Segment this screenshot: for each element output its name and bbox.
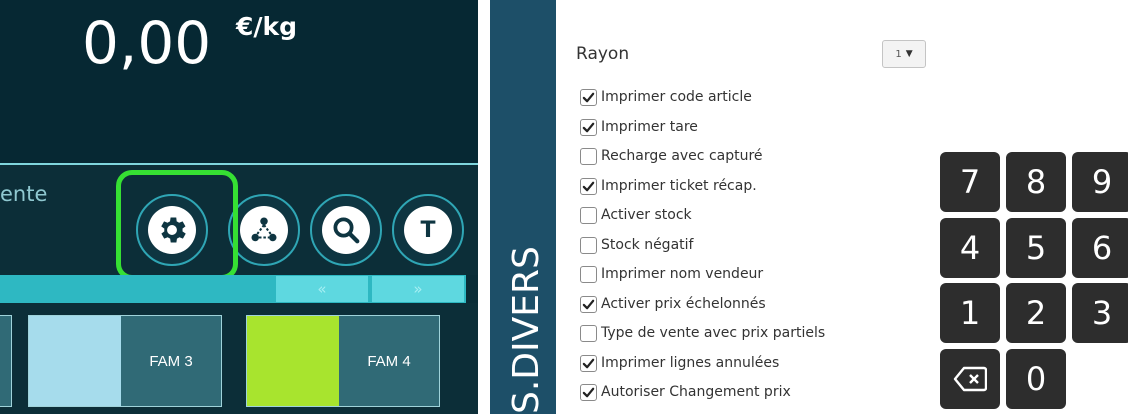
key-7[interactable]: 7	[940, 152, 1000, 212]
option-checkbox[interactable]	[580, 236, 597, 254]
option-checkbox[interactable]	[580, 118, 597, 136]
option-label: Imprimer nom vendeur	[601, 266, 764, 282]
key-0[interactable]: 0	[1006, 349, 1066, 409]
option-label: Activer stock	[601, 207, 692, 223]
option-row[interactable]: Activer prix échelonnés	[580, 293, 766, 315]
backspace-icon	[953, 366, 987, 392]
option-checkbox[interactable]	[580, 177, 597, 195]
option-row[interactable]: Activer stock	[580, 204, 692, 226]
option-label: Activer prix échelonnés	[601, 296, 766, 312]
key-1[interactable]: 1	[940, 283, 1000, 343]
option-row[interactable]: Type de vente avec prix partiels	[580, 322, 825, 344]
section-title: S.DIVERS	[506, 246, 547, 414]
option-row[interactable]: Imprimer lignes annulées	[580, 352, 779, 374]
tare-button[interactable]: T	[392, 194, 464, 266]
price-display: 0,00 €/kg	[0, 0, 478, 163]
key-6[interactable]: 6	[1072, 218, 1128, 278]
option-row[interactable]: Autoriser Changement prix	[580, 381, 791, 403]
option-row[interactable]: Imprimer nom vendeur	[580, 263, 763, 285]
option-label: Imprimer code article	[601, 89, 752, 105]
option-row[interactable]: Imprimer tare	[580, 116, 698, 138]
option-checkbox[interactable]	[580, 383, 597, 401]
check-icon	[582, 299, 595, 309]
key-3[interactable]: 3	[1072, 283, 1128, 343]
option-label: Recharge avec capturé	[601, 148, 763, 164]
option-label: Type de vente avec prix partiels	[601, 325, 826, 341]
option-label: Autoriser Changement prix	[601, 384, 791, 400]
section-sidebar: S.DIVERS	[490, 0, 556, 414]
option-checkbox[interactable]	[580, 295, 597, 313]
option-label: Imprimer lignes annulées	[601, 355, 780, 371]
tare-icon: T	[404, 206, 452, 254]
network-button[interactable]	[228, 194, 300, 266]
family-tile[interactable]: FAM 3	[28, 315, 222, 407]
price-unit: €/kg	[236, 12, 298, 41]
search-icon	[322, 206, 370, 254]
option-checkbox[interactable]	[580, 88, 597, 106]
option-label: Imprimer ticket récap.	[601, 178, 757, 194]
option-row[interactable]: Imprimer ticket récap.	[580, 175, 757, 197]
family-color-swatch	[247, 316, 339, 406]
backspace-button[interactable]	[940, 349, 1000, 409]
check-icon	[582, 387, 595, 397]
family-tile[interactable]: FAM 4	[246, 315, 440, 407]
option-label: Imprimer tare	[601, 119, 698, 135]
option-checkbox[interactable]	[580, 206, 597, 224]
search-button[interactable]	[310, 194, 382, 266]
key-9[interactable]: 9	[1072, 152, 1128, 212]
price-value: 0,00	[82, 9, 212, 77]
check-icon	[582, 122, 595, 132]
option-checkbox[interactable]	[580, 354, 597, 372]
check-icon	[582, 358, 595, 368]
option-label: Stock négatif	[601, 237, 694, 253]
family-label: FAM 4	[339, 316, 439, 406]
option-checkbox[interactable]	[580, 265, 597, 283]
caret-down-icon: ▼	[905, 49, 913, 59]
key-2[interactable]: 2	[1006, 283, 1066, 343]
option-checkbox[interactable]	[580, 324, 597, 342]
rayon-label: Rayon	[576, 44, 630, 64]
prev-page-button[interactable]: «	[276, 276, 368, 302]
option-row[interactable]: Recharge avec capturé	[580, 145, 763, 167]
family-tile-partial[interactable]	[0, 315, 12, 407]
option-row[interactable]: Imprimer code article	[580, 86, 752, 108]
option-row[interactable]: Stock négatif	[580, 234, 693, 256]
family-color-swatch	[29, 316, 121, 406]
rayon-select[interactable]: 1 ▼	[882, 40, 926, 68]
check-icon	[582, 92, 595, 102]
key-5[interactable]: 5	[1006, 218, 1066, 278]
tare-letter: T	[420, 217, 436, 243]
settings-panel: Rayon 1 ▼ Imprimer code article Imprimer …	[556, 0, 1128, 414]
scale-panel: 0,00 €/kg ente T « » FAM 3 FAM 4	[0, 0, 478, 414]
option-checkbox[interactable]	[580, 147, 597, 165]
key-8[interactable]: 8	[1006, 152, 1066, 212]
rayon-selected-value: 1	[895, 48, 902, 60]
mode-label: ente	[0, 182, 48, 206]
settings-highlight	[116, 170, 238, 280]
next-page-button[interactable]: »	[372, 276, 464, 302]
network-icon	[240, 206, 288, 254]
check-icon	[582, 181, 595, 191]
key-4[interactable]: 4	[940, 218, 1000, 278]
family-label: FAM 3	[121, 316, 221, 406]
